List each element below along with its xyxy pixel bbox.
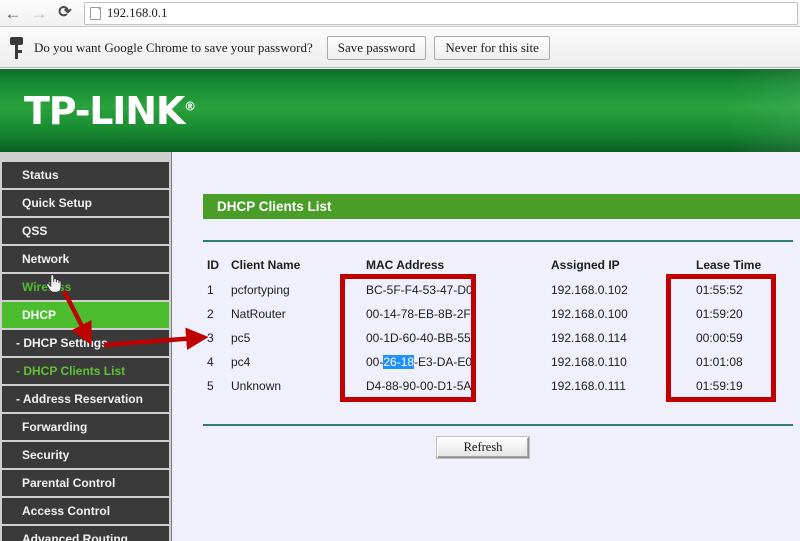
cell-lease-time: 01:59:19 (696, 379, 743, 393)
sidebar-item-label: Status (22, 168, 59, 182)
cell-client-name: pcfortyping (231, 283, 290, 297)
cell-lease-time: 00:00:59 (696, 331, 743, 345)
sidebar-item-label: Advanced Routing (22, 532, 129, 541)
cell-mac-address: 00-14-78-EB-8B-2F (366, 307, 471, 321)
tplink-logo: TP-LINK® (24, 89, 196, 133)
cell-assigned-ip: 192.168.0.110 (551, 355, 627, 369)
reload-icon[interactable]: ⟳ (52, 1, 78, 25)
save-password-button[interactable]: Save password (326, 35, 427, 60)
mac-suffix: -E3-DA-E0 (414, 355, 473, 369)
forward-arrow-icon[interactable]: → (26, 1, 52, 25)
refresh-button-container: Refresh (203, 437, 763, 458)
column-header-mac-address: MAC Address (366, 258, 445, 272)
table-row: 4 pc4 00-26-18-E3-DA-E0 192.168.0.110 01… (203, 350, 800, 374)
sidebar-item-status[interactable]: Status (2, 162, 169, 188)
registered-trademark-icon: ® (184, 99, 197, 114)
table-header: ID Client Name MAC Address Assigned IP L… (203, 252, 800, 278)
table-header-row: ID Client Name MAC Address Assigned IP L… (203, 252, 800, 278)
sidebar-item-quick-setup[interactable]: Quick Setup (2, 190, 169, 216)
sidebar-item-access-control[interactable]: Access Control (2, 498, 169, 524)
sidebar-item-wireless[interactable]: Wireless (2, 274, 169, 300)
cell-client-name: NatRouter (231, 307, 286, 321)
sidebar-item-label: Access Control (22, 504, 111, 518)
tplink-banner: TP-LINK® (0, 69, 800, 152)
cell-id: 4 (207, 355, 214, 369)
table-top-divider (203, 240, 793, 242)
sidebar-item-label: - DHCP Clients List (16, 364, 126, 378)
sidebar-item-forwarding[interactable]: Forwarding (2, 414, 169, 440)
column-header-id: ID (207, 258, 219, 272)
cell-assigned-ip: 192.168.0.100 (551, 307, 628, 321)
browser-toolbar: ← → ⟳ 192.168.0.1 (0, 0, 800, 27)
sidebar-item-label: Wireless (22, 280, 72, 294)
sidebar-item-security[interactable]: Security (2, 442, 169, 468)
cell-lease-time: 01:59:20 (696, 307, 743, 321)
address-bar-url: 192.168.0.1 (107, 6, 168, 20)
table-row: 3 pc5 00-1D-60-40-BB-55 192.168.0.114 00… (203, 326, 800, 350)
cell-client-name: pc5 (231, 331, 251, 345)
table-body: 1 pcfortyping BC-5F-F4-53-47-D0 192.168.… (203, 278, 800, 398)
cell-mac-address: BC-5F-F4-53-47-D0 (366, 283, 473, 297)
key-icon (10, 36, 23, 59)
column-header-assigned-ip: Assigned IP (551, 258, 620, 272)
sidebar-item-label: - DHCP Settings (16, 336, 108, 350)
cell-lease-time: 01:01:08 (696, 355, 743, 369)
cell-id: 2 (207, 307, 214, 321)
tplink-logo-text: TP-LINK (24, 89, 185, 133)
cell-assigned-ip: 192.168.0.114 (551, 331, 627, 345)
sidebar-item-label: QSS (22, 224, 48, 238)
mac-selected-text: 26-18 (383, 355, 415, 369)
sidebar-item-parental-control[interactable]: Parental Control (2, 470, 169, 496)
cell-assigned-ip: 192.168.0.102 (551, 283, 628, 297)
table-row: 5 Unknown D4-88-90-00-D1-5A 192.168.0.11… (203, 374, 800, 398)
sidebar-item-dhcp[interactable]: DHCP (2, 302, 169, 328)
page-document-icon (90, 7, 101, 20)
sidebar-item-label: Parental Control (22, 476, 116, 490)
cell-id: 3 (207, 331, 214, 345)
table-bottom-divider (203, 424, 793, 426)
sidebar-item-network[interactable]: Network (2, 246, 169, 272)
sidebar-item-dhcp-settings[interactable]: - DHCP Settings (2, 330, 169, 356)
mac-prefix: 00- (366, 355, 384, 369)
sidebar-item-label: Network (22, 252, 70, 266)
sidebar-menu: Status Quick Setup QSS Network Wireless … (0, 152, 172, 541)
cell-client-name: Unknown (231, 379, 282, 393)
sidebar-item-label: Forwarding (22, 420, 88, 434)
sidebar-item-address-reservation[interactable]: - Address Reservation (2, 386, 169, 412)
banner-gloss (730, 69, 800, 152)
sidebar-item-label: Security (22, 448, 70, 462)
infobar-message: Do you want Google Chrome to save your p… (34, 39, 313, 55)
refresh-button[interactable]: Refresh (437, 437, 529, 458)
column-header-client-name: Client Name (231, 258, 301, 272)
cell-mac-address: 00-26-18-E3-DA-E0 (366, 355, 551, 369)
password-save-infobar: Do you want Google Chrome to save your p… (0, 28, 800, 68)
sidebar-item-label: Quick Setup (22, 196, 93, 210)
cell-id: 5 (207, 379, 214, 393)
sidebar-item-label: - Address Reservation (16, 392, 143, 406)
cell-mac-address: D4-88-90-00-D1-5A (366, 379, 472, 393)
never-for-this-site-button[interactable]: Never for this site (434, 35, 550, 60)
cell-mac-address: 00-1D-60-40-BB-55 (366, 331, 471, 345)
sidebar-item-qss[interactable]: QSS (2, 218, 169, 244)
cell-id: 1 (207, 283, 214, 297)
cell-assigned-ip: 192.168.0.111 (551, 379, 626, 393)
table-row: 1 pcfortyping BC-5F-F4-53-47-D0 192.168.… (203, 278, 800, 302)
sidebar-item-label: DHCP (22, 308, 57, 322)
sidebar-item-dhcp-clients-list[interactable]: - DHCP Clients List (2, 358, 169, 384)
cell-lease-time: 01:55:52 (696, 283, 743, 297)
page-title: DHCP Clients List (217, 199, 332, 214)
browser-window: ← → ⟳ 192.168.0.1 Do you want Google Chr… (0, 0, 800, 541)
address-bar[interactable]: 192.168.0.1 (84, 2, 798, 25)
main-content: DHCP Clients List ID Client Name MAC Add… (173, 152, 800, 541)
column-header-lease-time: Lease Time (696, 258, 762, 272)
cell-client-name: pc4 (231, 355, 251, 369)
dhcp-clients-table: ID Client Name MAC Address Assigned IP L… (203, 252, 800, 398)
table-row: 2 NatRouter 00-14-78-EB-8B-2F 192.168.0.… (203, 302, 800, 326)
sidebar-item-advanced-routing[interactable]: Advanced Routing (2, 526, 169, 541)
back-arrow-icon[interactable]: ← (0, 1, 26, 25)
page-title-bar: DHCP Clients List (203, 194, 800, 219)
